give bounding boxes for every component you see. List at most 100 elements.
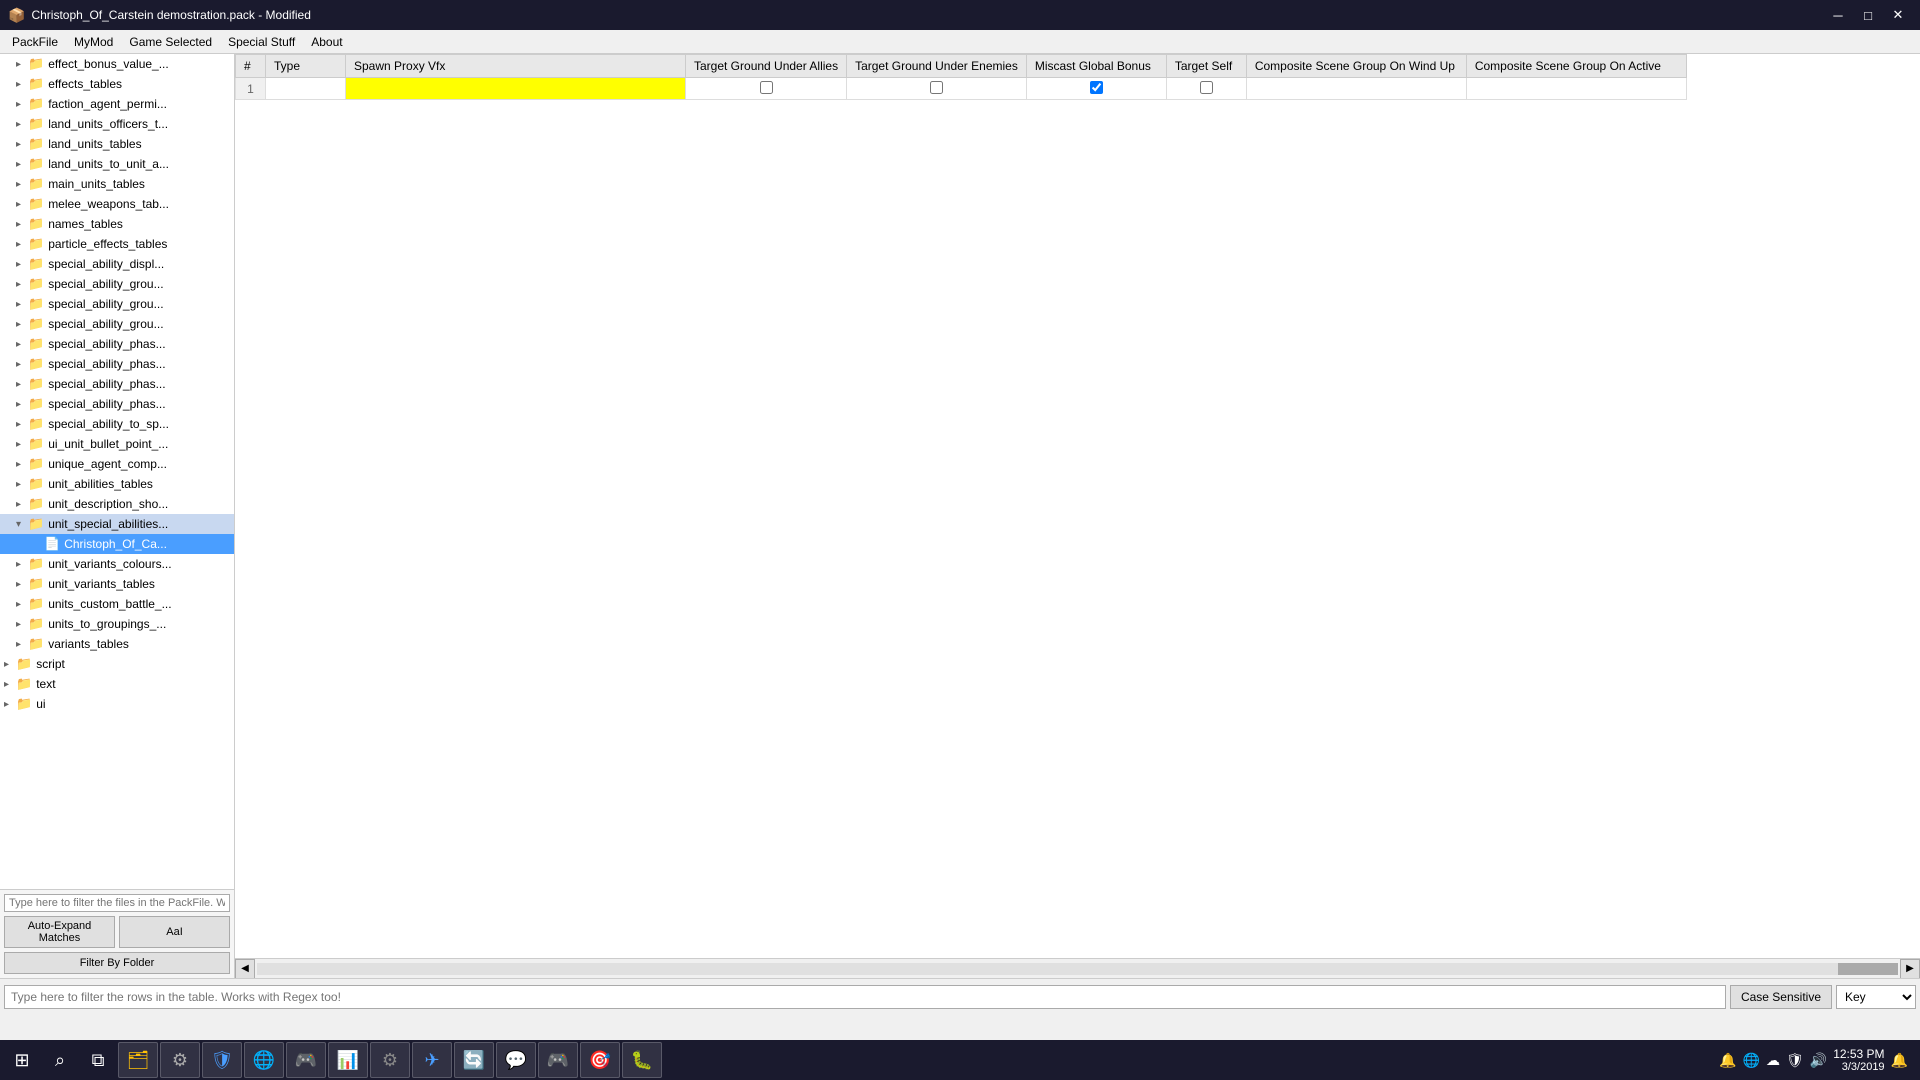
- security-icon[interactable]: 🛡: [1786, 1052, 1804, 1069]
- start-button[interactable]: ⊞: [4, 1042, 40, 1078]
- cell-spawn-proxy[interactable]: [346, 78, 686, 100]
- checkbox-target-enemies[interactable]: [930, 81, 943, 94]
- shield-app-btn[interactable]: 🛡: [202, 1042, 242, 1078]
- tree-folder-item[interactable]: ▸📁special_ability_displ...: [0, 254, 234, 274]
- tree-folder-item[interactable]: ▸📁ui_unit_bullet_point_...: [0, 434, 234, 454]
- plane-btn[interactable]: ✈: [412, 1042, 452, 1078]
- tree-folder-item[interactable]: ▸📁unit_variants_colours...: [0, 554, 234, 574]
- volume-icon[interactable]: 🔊: [1810, 1052, 1827, 1069]
- tree-folder-item[interactable]: ▸📁special_ability_to_sp...: [0, 414, 234, 434]
- tree-folder-item[interactable]: ▸📁special_ability_phas...: [0, 354, 234, 374]
- tree-folder-item[interactable]: ▸📁text: [0, 674, 234, 694]
- sidebar-filter-input[interactable]: [4, 894, 230, 912]
- auto-expand-button[interactable]: Auto-Expand Matches: [4, 916, 115, 948]
- menu-about[interactable]: About: [303, 33, 350, 51]
- warhammer-btn[interactable]: 🎮: [286, 1042, 326, 1078]
- cell-target-self[interactable]: [1166, 78, 1246, 100]
- steam-btn[interactable]: 🎯: [580, 1042, 620, 1078]
- tree-label: land_units_to_unit_a...: [48, 157, 169, 171]
- search-button[interactable]: ⌕: [42, 1042, 78, 1078]
- bug-btn[interactable]: 🐛: [622, 1042, 662, 1078]
- menu-packfile[interactable]: PackFile: [4, 33, 66, 51]
- cell-miscast[interactable]: [1026, 78, 1166, 100]
- tree-folder-item[interactable]: ▸📁unit_description_sho...: [0, 494, 234, 514]
- tree-arrow: ▸: [16, 259, 28, 270]
- folder-icon: 📁: [28, 196, 44, 212]
- tree-folder-item[interactable]: ▸📁faction_agent_permi...: [0, 94, 234, 114]
- tree-folder-item[interactable]: ▸📁melee_weapons_tab...: [0, 194, 234, 214]
- tree-folder-item[interactable]: ▸📁special_ability_phas...: [0, 374, 234, 394]
- menu-game-selected[interactable]: Game Selected: [121, 33, 220, 51]
- app-icon: 📦: [8, 7, 25, 24]
- folder-icon: 📁: [28, 316, 44, 332]
- tree-label: special_ability_displ...: [48, 257, 164, 271]
- tree-folder-item[interactable]: ▸📁ui: [0, 694, 234, 714]
- tree-arrow: ▸: [16, 479, 28, 490]
- minimize-button[interactable]: ─: [1824, 4, 1852, 26]
- network-icon[interactable]: 🌐: [1743, 1052, 1760, 1069]
- tree-folder-item[interactable]: ▸📁land_units_to_unit_a...: [0, 154, 234, 174]
- folder-icon: 📁: [28, 416, 44, 432]
- table-filter-input[interactable]: [4, 985, 1726, 1009]
- tree-folder-item[interactable]: ▸📁unique_agent_comp...: [0, 454, 234, 474]
- tree-folder-item[interactable]: ▸📁script: [0, 654, 234, 674]
- cell-target-enemies[interactable]: [847, 78, 1027, 100]
- task-view-button[interactable]: ⧉: [80, 1042, 116, 1078]
- tree-folder-item[interactable]: ▸📁land_units_officers_t...: [0, 114, 234, 134]
- filter-by-folder-button[interactable]: Filter By Folder: [4, 952, 230, 974]
- tree-folder-item[interactable]: ▸📁special_ability_grou...: [0, 314, 234, 334]
- tree-folder-item[interactable]: ▸📁main_units_tables: [0, 174, 234, 194]
- chat-btn[interactable]: 💬: [496, 1042, 536, 1078]
- tree-folder-item[interactable]: ▸📁special_ability_phas...: [0, 394, 234, 414]
- tree-folder-item[interactable]: ▸📁unit_abilities_tables: [0, 474, 234, 494]
- settings-app-btn[interactable]: ⚙: [160, 1042, 200, 1078]
- tree-arrow: ▾: [16, 519, 28, 530]
- menu-special-stuff[interactable]: Special Stuff: [220, 33, 303, 51]
- tree-folder-item[interactable]: ▾📁unit_special_abilities...: [0, 514, 234, 534]
- folder-icon: 📁: [28, 556, 44, 572]
- close-button[interactable]: ✕: [1884, 4, 1912, 26]
- scroll-track[interactable]: [257, 963, 1898, 975]
- tree-folder-item[interactable]: ▸📁units_custom_battle_...: [0, 594, 234, 614]
- tree-folder-item[interactable]: ▸📁variants_tables: [0, 634, 234, 654]
- file-explorer-btn[interactable]: 🗂: [118, 1042, 158, 1078]
- browser-btn[interactable]: 🌐: [244, 1042, 284, 1078]
- sync-icon: 🔄: [463, 1050, 485, 1071]
- folder-icon: 📁: [28, 296, 44, 312]
- tree-folder-item[interactable]: ▸📁special_ability_grou...: [0, 294, 234, 314]
- checkbox-target-self[interactable]: [1200, 81, 1213, 94]
- excel-icon: 📊: [337, 1050, 359, 1071]
- case-sensitive-button[interactable]: Case Sensitive: [1730, 985, 1832, 1009]
- tree-folder-item[interactable]: ▸📁effects_tables: [0, 74, 234, 94]
- tree-folder-item[interactable]: ▸📁effect_bonus_value_...: [0, 54, 234, 74]
- sync-btn[interactable]: 🔄: [454, 1042, 494, 1078]
- checkbox-target-allies[interactable]: [760, 81, 773, 94]
- tree-folder-item[interactable]: ▸📁special_ability_grou...: [0, 274, 234, 294]
- folder-icon: 📁: [28, 616, 44, 632]
- tree-folder-item[interactable]: ▸📁land_units_tables: [0, 134, 234, 154]
- cell-target-allies[interactable]: [686, 78, 847, 100]
- maximize-button[interactable]: □: [1854, 4, 1882, 26]
- notifications-bell[interactable]: 🔔: [1891, 1052, 1908, 1069]
- cloud-icon[interactable]: ☁: [1766, 1052, 1780, 1069]
- excel-btn[interactable]: 📊: [328, 1042, 368, 1078]
- tree-folder-item[interactable]: ▸📁particle_effects_tables: [0, 234, 234, 254]
- tree-label: ui_unit_bullet_point_...: [48, 437, 168, 451]
- checkbox-miscast[interactable]: [1090, 81, 1103, 94]
- tree-folder-item[interactable]: ▸📁names_tables: [0, 214, 234, 234]
- tree-folder-item[interactable]: ▸📁units_to_groupings_...: [0, 614, 234, 634]
- gear-btn[interactable]: ⚙: [370, 1042, 410, 1078]
- tree-folder-item[interactable]: ▸📁special_ability_phas...: [0, 334, 234, 354]
- scroll-left-button[interactable]: ◀: [235, 959, 255, 979]
- scroll-thumb[interactable]: [1838, 963, 1898, 975]
- discord-btn[interactable]: 🎮: [538, 1042, 578, 1078]
- notification-icon[interactable]: 🔔: [1719, 1052, 1736, 1069]
- browser-icon: 🌐: [253, 1050, 275, 1071]
- tree-folder-item[interactable]: ▸📁unit_variants_tables: [0, 574, 234, 594]
- tree-file-item[interactable]: 📄Christoph_Of_Ca...: [0, 534, 234, 554]
- key-select[interactable]: Key Value: [1836, 985, 1916, 1009]
- scroll-right-button[interactable]: ▶: [1900, 959, 1920, 979]
- menu-mymod[interactable]: MyMod: [66, 33, 121, 51]
- horizontal-scrollbar[interactable]: ◀ ▶: [235, 958, 1920, 978]
- aa-button[interactable]: AaI: [119, 916, 230, 948]
